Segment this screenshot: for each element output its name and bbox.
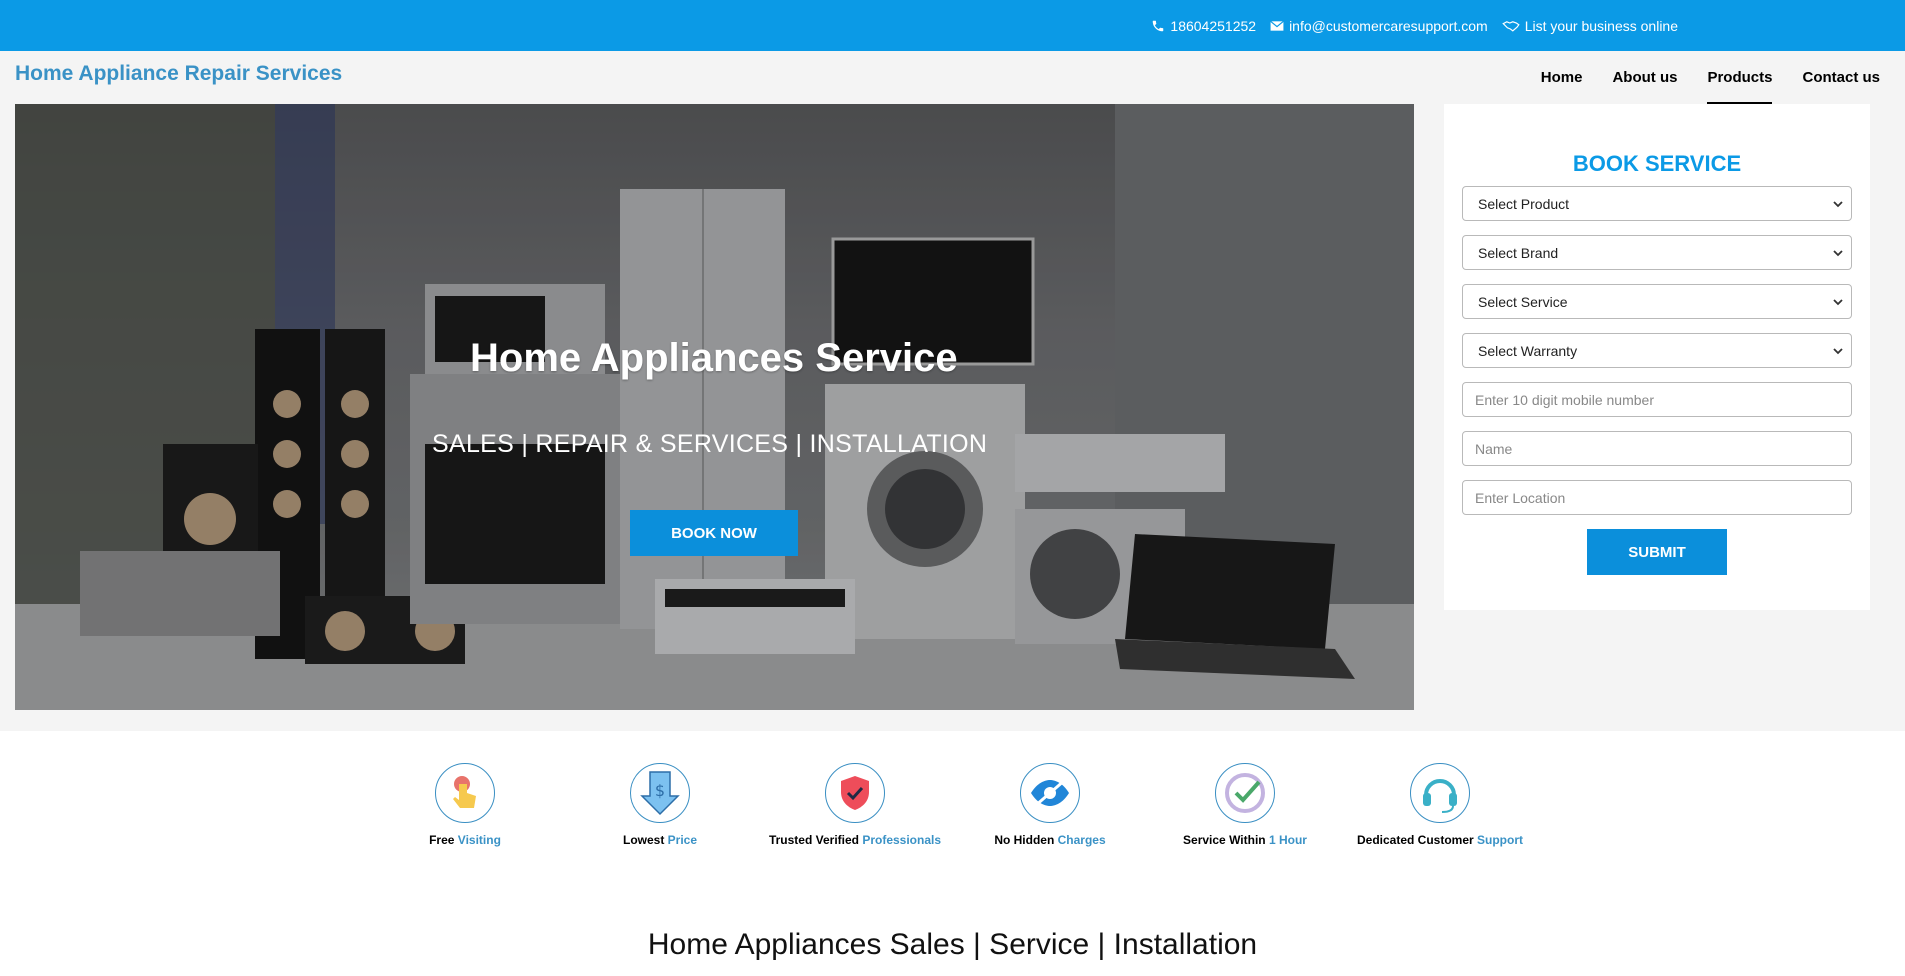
shield-check-icon <box>825 763 885 823</box>
warranty-select[interactable]: Select Warranty <box>1462 333 1852 368</box>
nav-about[interactable]: About us <box>1612 69 1677 104</box>
hand-tap-icon <box>435 763 495 823</box>
name-input[interactable]: Name <box>1462 431 1852 466</box>
submit-button[interactable]: SUBMIT <box>1587 529 1727 575</box>
phone-icon <box>1153 20 1164 31</box>
svg-text:$: $ <box>655 781 665 800</box>
hero-title: Home Appliances Service <box>470 336 958 380</box>
nav-products[interactable]: Products <box>1707 69 1773 104</box>
site-brand[interactable]: Home Appliance Repair Services <box>15 62 342 86</box>
feature-label: No Hidden Charges <box>994 833 1106 847</box>
price-down-icon: $ <box>630 763 690 823</box>
warranty-select-value: Select Warranty <box>1478 342 1578 359</box>
feature-service-within-hour: Service Within 1 Hour <box>1145 763 1345 847</box>
section-title: Home Appliances Sales | Service | Instal… <box>647 928 1258 961</box>
list-business-link[interactable]: List your business online <box>1501 17 1678 34</box>
feature-trusted-professionals: Trusted Verified Professionals <box>755 763 955 847</box>
location-input[interactable]: Enter Location <box>1462 480 1852 515</box>
book-now-button[interactable]: BOOK NOW <box>630 510 798 556</box>
book-service-form: BOOK SERVICE Select Product Select Brand… <box>1444 104 1870 610</box>
product-select-value: Select Product <box>1478 195 1570 212</box>
brand-select-value: Select Brand <box>1478 244 1559 261</box>
product-select[interactable]: Select Product <box>1462 186 1852 221</box>
feature-free-visiting: Free Visiting <box>365 763 565 847</box>
hero-subtitle: SALES | REPAIR & SERVICES | INSTALLATION <box>432 430 988 458</box>
feature-label: Free Visiting <box>429 833 501 847</box>
hero-banner: Home Appliances Service SALES | REPAIR &… <box>15 104 1414 710</box>
phone-contact[interactable]: 18604251252 <box>1151 18 1256 34</box>
chevron-down-icon <box>1833 200 1843 207</box>
feature-label: Service Within 1 Hour <box>1183 833 1307 847</box>
top-contact-bar: 18604251252 info@customercaresupport.com… <box>0 0 1905 51</box>
eye-off-icon <box>1020 763 1080 823</box>
nav-home[interactable]: Home <box>1541 69 1583 104</box>
feature-dedicated-support: Dedicated Customer Support <box>1340 763 1540 847</box>
check-circle-icon <box>1215 763 1275 823</box>
feature-label: Trusted Verified Professionals <box>768 833 942 847</box>
list-business-label: List your business online <box>1524 17 1678 34</box>
email-contact[interactable]: info@customercaresupport.com <box>1270 18 1488 34</box>
nav-contact[interactable]: Contact us <box>1802 69 1880 104</box>
mail-icon <box>1270 20 1284 31</box>
feature-no-hidden-charges: No Hidden Charges <box>950 763 1150 847</box>
feature-label: Dedicated Customer Support <box>1356 833 1524 847</box>
hero-overlay <box>15 104 1414 710</box>
header-hero-section: Home Appliance Repair Services Home Abou… <box>0 51 1905 731</box>
service-select[interactable]: Select Service <box>1462 284 1852 319</box>
book-service-title: BOOK SERVICE <box>1572 151 1742 176</box>
chevron-down-icon <box>1833 347 1843 354</box>
email-address: info@customercaresupport.com <box>1289 17 1488 34</box>
brand-select[interactable]: Select Brand <box>1462 235 1852 270</box>
main-nav: Home About us Products Contact us <box>1511 69 1880 104</box>
chevron-down-icon <box>1833 298 1843 305</box>
feature-lowest-price: $ Lowest Price <box>560 763 760 847</box>
mobile-input[interactable]: Enter 10 digit mobile number <box>1462 382 1852 417</box>
chevron-down-icon <box>1833 249 1843 256</box>
handshake-icon <box>1501 20 1520 32</box>
feature-label: Lowest Price <box>622 833 698 847</box>
phone-number: 18604251252 <box>1170 17 1257 34</box>
service-select-value: Select Service <box>1478 293 1568 310</box>
headset-icon <box>1410 763 1470 823</box>
